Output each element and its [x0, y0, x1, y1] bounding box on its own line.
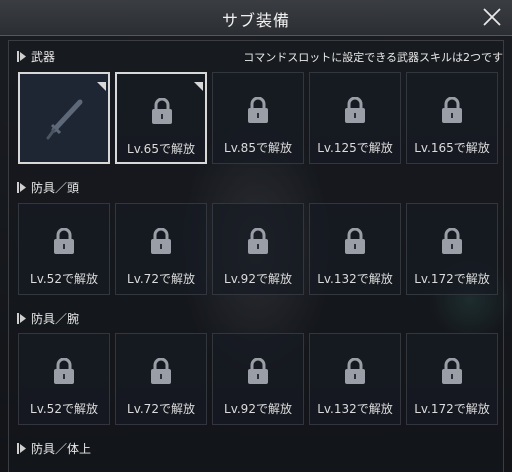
section-header-arm: 防具／腕	[17, 308, 505, 328]
unlock-level-label: Lv.52で解放	[30, 272, 98, 286]
unlock-level-label: Lv.85で解放	[224, 141, 292, 155]
unlock-level-label: Lv.132で解放	[317, 272, 393, 286]
head-armor-slot[interactable]: Lv.172で解放	[406, 203, 498, 295]
unlock-level-label: Lv.125で解放	[317, 141, 393, 155]
weapon-slot[interactable]	[18, 72, 110, 164]
unlock-level-label: Lv.165で解放	[414, 141, 490, 155]
lock-icon	[441, 227, 463, 254]
weapon-slot[interactable]: Lv.165で解放	[406, 72, 498, 164]
unlock-level-label: Lv.172で解放	[414, 272, 490, 286]
unlock-level-label: Lv.172で解放	[414, 402, 490, 416]
arm-armor-slot[interactable]: Lv.172で解放	[406, 333, 498, 425]
section-label-body: 防具／体上	[31, 442, 92, 456]
weapon-slot[interactable]: Lv.125で解放	[309, 72, 401, 164]
section-marker-icon	[17, 443, 26, 454]
lock-icon	[150, 357, 172, 384]
lock-icon	[151, 97, 173, 124]
unlock-level-label: Lv.92で解放	[224, 272, 292, 286]
unlock-level-label: Lv.65で解放	[127, 142, 195, 156]
lock-icon	[53, 357, 75, 384]
title-bar: サブ装備	[0, 0, 512, 36]
close-icon[interactable]	[480, 5, 504, 29]
lock-icon	[441, 96, 463, 123]
section-header-body: 防具／体上	[17, 438, 505, 458]
weapon-skill-note: コマンドスロットに設定できる武器スキルは2つです	[243, 51, 503, 64]
head-armor-slot[interactable]: Lv.132で解放	[309, 203, 401, 295]
arm-slot-row: Lv.52で解放 Lv.72で解放 Lv.92で解放 Lv.132で解放 Lv.172で…	[18, 333, 498, 425]
head-armor-slot[interactable]: Lv.52で解放	[18, 203, 110, 295]
lock-icon	[344, 357, 366, 384]
section-marker-icon	[17, 313, 26, 324]
corner-marker-icon	[194, 76, 203, 91]
section-label-arm: 防具／腕	[31, 312, 80, 326]
lock-icon	[53, 227, 75, 254]
weapon-slot-row: Lv.65で解放 Lv.85で解放 Lv.125で解放 Lv.165で解放	[18, 72, 498, 164]
window-title: サブ装備	[221, 11, 290, 30]
lock-icon	[441, 357, 463, 384]
section-marker-icon	[17, 182, 26, 193]
section-header-weapon: 武器 コマンドスロットに設定できる武器スキルは2つです	[17, 46, 505, 66]
weapon-slot[interactable]: Lv.85で解放	[212, 72, 304, 164]
lock-icon	[150, 227, 172, 254]
unlock-level-label: Lv.72で解放	[127, 272, 195, 286]
head-armor-slot[interactable]: Lv.92で解放	[212, 203, 304, 295]
arm-armor-slot[interactable]: Lv.132で解放	[309, 333, 401, 425]
head-slot-row: Lv.52で解放 Lv.72で解放 Lv.92で解放 Lv.132で解放 Lv.172で…	[18, 203, 498, 295]
sub-equipment-panel: 武器 コマンドスロットに設定できる武器スキルは2つです Lv.65で解放 Lv.8…	[8, 40, 504, 472]
arm-armor-slot[interactable]: Lv.72で解放	[115, 333, 207, 425]
arm-armor-slot[interactable]: Lv.92で解放	[212, 333, 304, 425]
unlock-level-label: Lv.72で解放	[127, 402, 195, 416]
corner-marker-icon	[97, 76, 106, 91]
section-header-head: 防具／頭	[17, 177, 505, 197]
unlock-level-label: Lv.92で解放	[224, 402, 292, 416]
section-label-weapon: 武器	[31, 50, 56, 64]
lock-icon	[247, 227, 269, 254]
weapon-slot[interactable]: Lv.65で解放	[115, 72, 207, 164]
lock-icon	[344, 227, 366, 254]
lock-icon	[247, 96, 269, 123]
arm-armor-slot[interactable]: Lv.52で解放	[18, 333, 110, 425]
head-armor-slot[interactable]: Lv.72で解放	[115, 203, 207, 295]
lock-icon	[344, 96, 366, 123]
unlock-level-label: Lv.52で解放	[30, 402, 98, 416]
section-marker-icon	[17, 51, 26, 62]
section-label-head: 防具／頭	[31, 181, 80, 195]
unlock-level-label: Lv.132で解放	[317, 402, 393, 416]
lock-icon	[247, 357, 269, 384]
sword-icon	[40, 94, 90, 144]
